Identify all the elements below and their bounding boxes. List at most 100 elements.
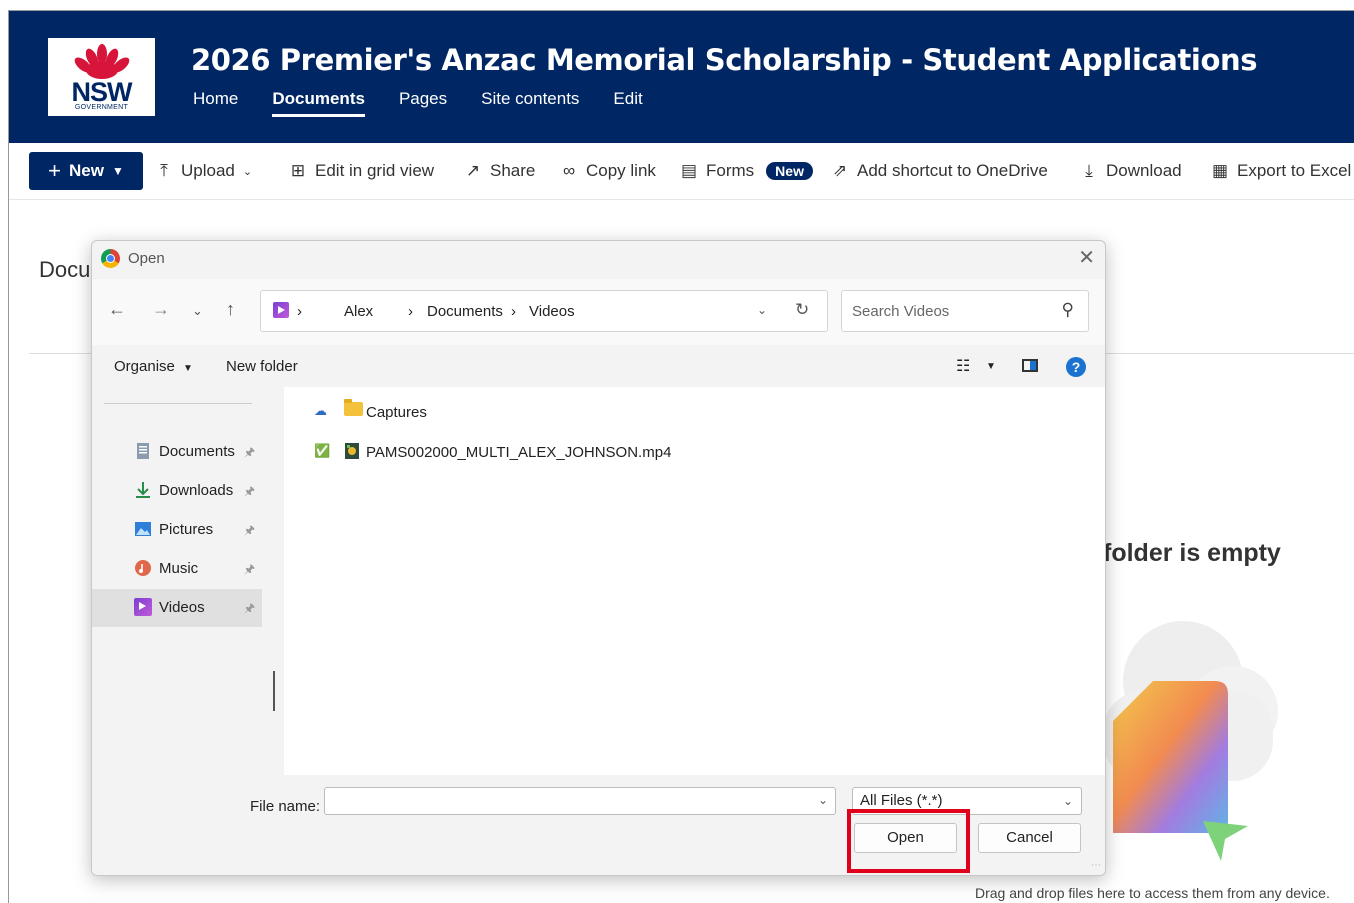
new-badge: New (766, 162, 813, 180)
copy-link-button[interactable]: ∞ Copy link (560, 161, 656, 181)
file-name-label: File name: (250, 798, 321, 815)
search-box[interactable]: Search Videos ⚲ (841, 290, 1089, 332)
downloads-icon (136, 482, 150, 498)
search-input[interactable]: Search Videos (852, 303, 949, 320)
file-name: Captures (366, 404, 427, 421)
pin-icon: 🖈 (244, 562, 256, 576)
videos-icon (273, 302, 289, 318)
sidebar-item-label: Documents (159, 443, 235, 460)
nsw-logo[interactable]: NSW GOVERNMENT (48, 38, 155, 116)
view-options-icon[interactable]: ☷ (956, 356, 970, 376)
resize-grip-icon[interactable]: ⋯ (1091, 860, 1101, 871)
caret-down-icon[interactable]: ▼ (986, 361, 996, 372)
highlight-box (847, 809, 970, 873)
dialog-title: Open (128, 250, 165, 267)
cloud-icon: ☁ (314, 403, 327, 418)
cancel-button[interactable]: Cancel (978, 823, 1081, 853)
upload-button[interactable]: ⤒ Upload ⌄ (155, 161, 252, 181)
link-icon: ∞ (562, 161, 576, 180)
pin-icon: 🖈 (244, 445, 256, 459)
close-icon[interactable]: ✕ (1078, 245, 1095, 270)
pin-icon: 🖈 (244, 601, 256, 615)
browser-page: NSW GOVERNMENT 2026 Premier's Anzac Memo… (8, 10, 1354, 903)
breadcrumb-alex[interactable]: Alex (344, 303, 373, 320)
chevron-down-icon: ▼ (111, 164, 124, 178)
edit-grid-view-button[interactable]: ⊞ Edit in grid view (289, 161, 434, 181)
forms-icon: ▤ (680, 161, 698, 180)
forward-arrow-icon[interactable]: → (152, 299, 170, 320)
upload-icon: ⤒ (160, 161, 168, 180)
file-type-value: All Files (*.*) (860, 792, 943, 809)
folder-icon (344, 399, 363, 416)
site-nav: Home Documents Pages Site contents Edit (193, 89, 677, 117)
add-shortcut-button[interactable]: ⇗ Add shortcut to OneDrive (831, 161, 1048, 181)
sidebar-item-downloads[interactable]: Downloads 🖈 (92, 472, 262, 510)
sidebar-item-documents[interactable]: Documents 🖈 (92, 433, 262, 471)
edit-grid-label: Edit in grid view (315, 161, 435, 180)
pictures-icon (135, 522, 151, 536)
sidebar-scrollbar[interactable] (273, 671, 275, 711)
empty-folder-illustration (1103, 621, 1278, 861)
address-row: ← → ⌄ ↑ › Alex › Documents › Videos ⌄ ↻ … (92, 279, 1105, 345)
up-arrow-icon[interactable]: ↑ (226, 299, 235, 320)
navigation-pane: Documents 🖈 Downloads 🖈 Pictures 🖈 Music… (92, 387, 272, 775)
sidebar-item-label: Pictures (159, 521, 214, 538)
file-list: ☁ Captures ✅ PAMS002000_MULTI_ALEX_JOHNS… (284, 387, 1105, 775)
upload-label: Upload (181, 161, 235, 180)
address-bar[interactable]: › Alex › Documents › Videos ⌄ ↻ (260, 290, 828, 332)
logo-text: NSW (71, 77, 133, 107)
organise-button[interactable]: Organise ▼ (114, 358, 193, 375)
organise-label: Organise (114, 358, 175, 375)
download-label: Download (1106, 161, 1182, 180)
sidebar-item-music[interactable]: Music 🖈 (92, 550, 262, 588)
video-file-icon (345, 443, 359, 459)
nav-home[interactable]: Home (193, 89, 238, 115)
chevron-down-icon[interactable]: ⌄ (818, 793, 828, 807)
drag-drop-hint: Drag and drop files here to access them … (975, 885, 1330, 901)
dialog-toolbar: Organise ▼ New folder ☷ ▼ ? (92, 347, 1105, 387)
forms-button[interactable]: ▤ Forms New (680, 161, 813, 181)
recent-chevron-icon[interactable]: ⌄ (192, 303, 203, 319)
nav-documents[interactable]: Documents (272, 89, 365, 117)
new-label: New (69, 161, 104, 180)
sidebar-item-label: Videos (159, 599, 205, 616)
copy-link-label: Copy link (586, 161, 656, 180)
chevron-down-icon: ⌄ (242, 165, 253, 178)
nav-pages[interactable]: Pages (399, 89, 447, 115)
breadcrumb-videos[interactable]: Videos (529, 303, 575, 320)
new-button[interactable]: + New ▼ (29, 152, 143, 190)
sidebar-item-pictures[interactable]: Pictures 🖈 (92, 511, 262, 549)
sidebar-item-label: Downloads (159, 482, 234, 499)
logo-subtext: GOVERNMENT (74, 104, 129, 111)
site-title: 2026 Premier's Anzac Memorial Scholarshi… (191, 43, 1258, 77)
documents-icon (137, 443, 149, 459)
videos-icon (134, 598, 152, 616)
refresh-icon[interactable]: ↻ (795, 300, 809, 320)
chevron-down-icon: ⌄ (1062, 794, 1073, 808)
file-name-input[interactable] (324, 787, 836, 815)
sidebar-item-videos[interactable]: Videos 🖈 (92, 589, 262, 627)
share-button[interactable]: ↗ Share (464, 161, 536, 181)
nav-site-contents[interactable]: Site contents (481, 89, 579, 115)
chevron-down-icon[interactable]: ⌄ (757, 303, 767, 317)
pin-icon: 🖈 (244, 484, 256, 498)
file-name: PAMS002000_MULTI_ALEX_JOHNSON.mp4 (366, 444, 672, 461)
forms-label: Forms (706, 161, 755, 180)
share-icon: ↗ (465, 161, 481, 180)
breadcrumb-documents[interactable]: Documents (427, 303, 503, 320)
add-shortcut-label: Add shortcut to OneDrive (857, 161, 1048, 180)
download-icon: ⤓ (1085, 161, 1093, 180)
empty-folder-text: folder is empty (1103, 539, 1281, 567)
sidebar-item-label: Music (159, 560, 199, 577)
breadcrumb-separator: › (408, 303, 413, 320)
help-icon[interactable]: ? (1066, 357, 1086, 377)
site-header: NSW GOVERNMENT 2026 Premier's Anzac Memo… (9, 11, 1354, 143)
download-button[interactable]: ⤓ Download (1080, 161, 1182, 181)
back-arrow-icon[interactable]: ← (108, 299, 126, 320)
grid-icon: ⊞ (290, 161, 306, 180)
excel-icon: ▦ (1211, 161, 1229, 180)
export-excel-button[interactable]: ▦ Export to Excel (1211, 161, 1351, 181)
preview-pane-icon[interactable] (1022, 359, 1038, 372)
new-folder-button[interactable]: New folder (226, 358, 298, 375)
nav-edit[interactable]: Edit (613, 89, 642, 115)
